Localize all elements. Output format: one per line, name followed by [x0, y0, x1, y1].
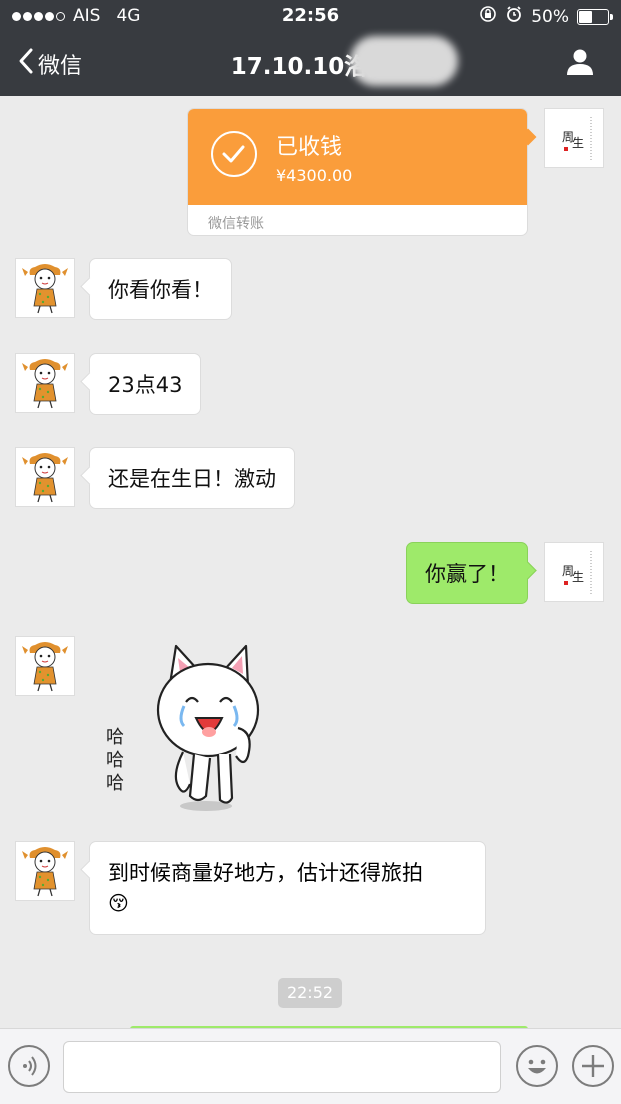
voice-button[interactable] [8, 1045, 50, 1087]
message-timestamp: 22:52 [278, 978, 342, 1008]
checkmark-circle-icon [211, 131, 257, 177]
status-right: 50% [479, 5, 613, 28]
alarm-icon [505, 5, 523, 28]
calligraphy-avatar-icon: 周 生 [545, 543, 603, 601]
nav-bar: 微信 17.10.10洛阳 [0, 30, 621, 96]
calligraphy-avatar-icon: 周 生 [545, 109, 603, 167]
redaction-mask [350, 36, 458, 86]
friend-avatar[interactable] [15, 447, 75, 507]
cartoon-girl-avatar-icon [16, 637, 74, 695]
sticker-laugh-text: 哈 哈 哈 [103, 726, 127, 795]
person-icon [565, 49, 595, 81]
transfer-footer: 微信转账 [208, 216, 264, 232]
friend-avatar[interactable] [15, 353, 75, 413]
transfer-amount: ¥4300.00 [276, 166, 353, 185]
my-avatar[interactable]: 周 生 [544, 108, 604, 168]
chat-title: 17.10.10洛阳 [230, 54, 391, 80]
friend-avatar[interactable] [15, 636, 75, 696]
more-button[interactable] [572, 1045, 614, 1087]
svg-text:生: 生 [572, 570, 584, 584]
cartoon-girl-avatar-icon [16, 842, 74, 900]
sticker-laugh-char: 哈 [106, 750, 124, 771]
friend-avatar[interactable] [15, 258, 75, 318]
cartoon-girl-avatar-icon [16, 259, 74, 317]
chat-info-button[interactable] [565, 47, 595, 81]
battery-percent: 50% [531, 6, 569, 27]
smiley-icon [528, 1059, 546, 1074]
emoji-button[interactable] [516, 1045, 558, 1087]
message-text: 到时候商量好地方，估计还得旅拍 [108, 861, 423, 885]
message-bubble[interactable]: 到时候商量好地方，估计还得旅拍 😚 [89, 841, 486, 935]
transfer-card[interactable]: 已收钱 ¥4300.00 微信转账 [187, 108, 528, 236]
status-bar: AIS 4G 22:56 50% [0, 0, 621, 30]
sticker-laugh-char: 哈 [106, 727, 124, 748]
friend-avatar[interactable] [15, 841, 75, 901]
kiss-emoji-icon: 😚 [108, 891, 129, 915]
message-input[interactable] [63, 1041, 501, 1093]
message-bubble[interactable]: 23点43 [89, 353, 202, 415]
svg-text:生: 生 [572, 136, 584, 150]
chat-area[interactable]: 已收钱 ¥4300.00 微信转账 周 生 你看你看！ 23点43 还是在生日！… [0, 96, 621, 1030]
message-bubble[interactable]: 你看你看！ [89, 258, 232, 320]
my-avatar[interactable]: 周 生 [544, 542, 604, 602]
battery-icon [577, 8, 613, 25]
message-bubble[interactable]: 还是在生日！激动 [89, 447, 295, 509]
sticker-laugh-char: 哈 [106, 773, 124, 794]
input-bar [0, 1028, 621, 1104]
cartoon-girl-avatar-icon [16, 448, 74, 506]
plus-icon [582, 1055, 604, 1077]
transfer-status: 已收钱 [276, 135, 343, 160]
voice-icon [23, 1056, 37, 1076]
cartoon-girl-avatar-icon [16, 354, 74, 412]
message-bubble-sent[interactable]: 你赢了！ [406, 542, 528, 604]
rotation-lock-icon [479, 5, 497, 28]
top-bar: AIS 4G 22:56 50% 微信 17.10.10洛阳 [0, 0, 621, 96]
